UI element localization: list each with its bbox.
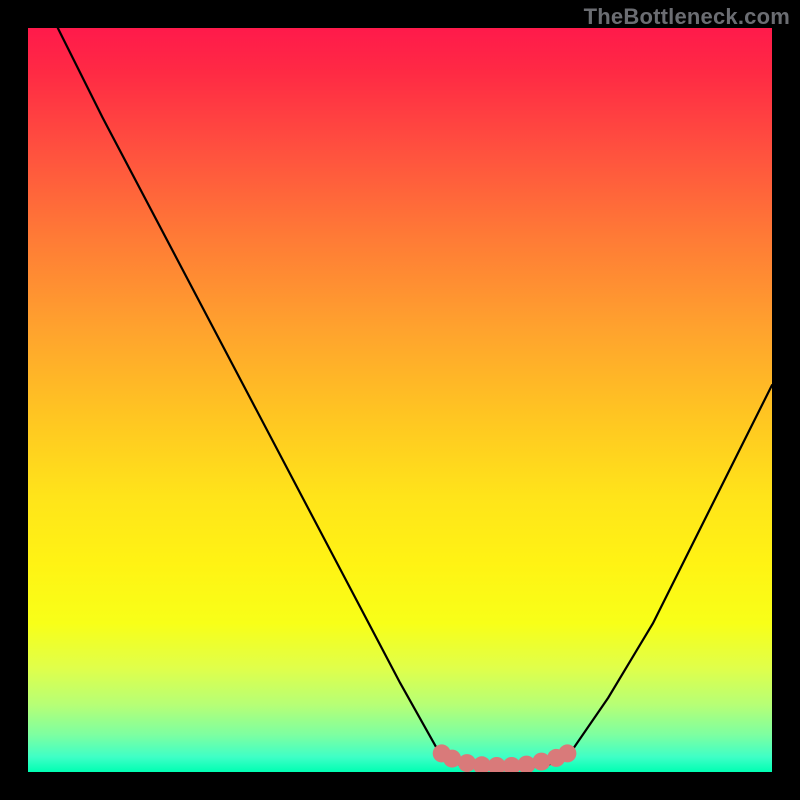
valley-marker xyxy=(558,744,576,762)
plot-area xyxy=(28,28,772,772)
curve-right-branch xyxy=(567,385,772,757)
curve-layer xyxy=(28,28,772,772)
chart-frame: TheBottleneck.com xyxy=(0,0,800,800)
curve-left-branch xyxy=(58,28,442,757)
watermark-label: TheBottleneck.com xyxy=(584,4,790,30)
valley-markers xyxy=(433,744,577,772)
